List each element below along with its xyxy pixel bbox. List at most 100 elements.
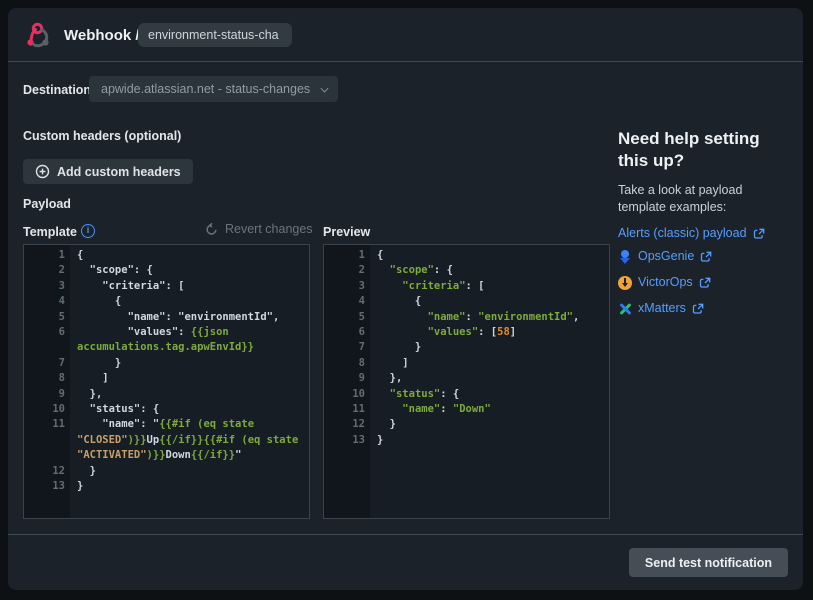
code-line: 4 { <box>324 294 609 309</box>
preview-label: Preview <box>323 225 370 239</box>
line-number: 5 <box>24 310 70 325</box>
footer-divider <box>8 534 803 535</box>
line-number: 2 <box>324 263 370 278</box>
line-number: 6 <box>324 325 370 340</box>
code-line: 5 "name": "environmentId", <box>24 310 309 325</box>
code-line: 7 } <box>24 356 309 371</box>
line-number: 2 <box>24 263 70 278</box>
code-line: 6 "values": {{json <box>24 325 309 340</box>
code-line: 8 ] <box>324 356 609 371</box>
opsgenie-icon <box>618 250 632 264</box>
code-line: accumulations.tag.apwEnvId}} <box>24 340 309 355</box>
line-number: 3 <box>324 279 370 294</box>
line-number: 8 <box>24 371 70 386</box>
webhook-name-badge[interactable]: environment-status-cha <box>138 23 292 47</box>
template-editor[interactable]: 1{2 "scope": {3 "criteria": [4 {5 "name"… <box>23 244 310 519</box>
line-number: 7 <box>24 356 70 371</box>
line-number: 9 <box>24 387 70 402</box>
send-test-notification-button[interactable]: Send test notification <box>629 548 788 577</box>
destination-value: apwide.atlassian.net - status-changes <box>101 82 310 96</box>
payload-label: Payload <box>23 197 71 211</box>
victorops-icon <box>618 276 632 290</box>
help-link-label: Alerts (classic) payload <box>618 225 747 242</box>
line-number: 10 <box>24 402 70 417</box>
destination-select[interactable]: apwide.atlassian.net - status-changes <box>89 76 338 102</box>
code-line: 13} <box>24 479 309 494</box>
code-line: 12 } <box>324 417 609 432</box>
code-line: 3 "criteria": [ <box>24 279 309 294</box>
line-number: 11 <box>24 417 70 432</box>
code-line: 5 "name": "environmentId", <box>324 310 609 325</box>
destination-label: Destination <box>23 83 91 97</box>
line-number: 10 <box>324 387 370 402</box>
help-link-xmatters[interactable]: xMatters <box>618 300 793 317</box>
help-intro: Take a look at payload template examples… <box>618 182 793 216</box>
help-link-victorops[interactable]: VictorOps <box>618 274 793 291</box>
line-number: 1 <box>324 248 370 263</box>
webhook-modal: Webhook / environment-status-cha Destina… <box>8 8 803 590</box>
xmatters-icon <box>618 302 632 316</box>
line-number: 13 <box>24 479 70 494</box>
custom-headers-label: Custom headers (optional) <box>23 129 181 143</box>
code-line: 3 "criteria": [ <box>324 279 609 294</box>
help-heading: Need help setting this up? <box>618 128 783 172</box>
code-line: 11 "name": "Down" <box>324 402 609 417</box>
info-icon[interactable]: i <box>81 224 95 238</box>
help-link-label: VictorOps <box>638 274 693 291</box>
revert-changes-label: Revert changes <box>225 222 313 236</box>
plus-circle-icon <box>35 164 50 179</box>
line-number: 11 <box>324 402 370 417</box>
help-link-alerts-classic-payload[interactable]: Alerts (classic) payload <box>618 225 793 242</box>
external-link-icon <box>699 277 711 289</box>
line-number <box>24 433 70 448</box>
webhook-logo-icon <box>22 19 54 51</box>
help-link-label: xMatters <box>638 300 686 317</box>
code-line: 1{ <box>24 248 309 263</box>
code-line: 10 "status": { <box>324 387 609 402</box>
line-number: 3 <box>24 279 70 294</box>
template-label: Template <box>23 225 77 239</box>
external-link-icon <box>753 228 765 240</box>
code-line: 8 ] <box>24 371 309 386</box>
help-link-opsgenie[interactable]: OpsGenie <box>618 248 793 265</box>
code-line: 2 "scope": { <box>24 263 309 278</box>
line-number: 7 <box>324 340 370 355</box>
line-number: 4 <box>324 294 370 309</box>
page-title: Webhook / <box>64 27 140 44</box>
help-link-label: OpsGenie <box>638 248 694 265</box>
preview-editor[interactable]: 1{2 "scope": {3 "criteria": [4 {5 "name"… <box>323 244 610 519</box>
help-panel: Need help setting this up? Take a look a… <box>618 128 793 326</box>
line-number: 1 <box>24 248 70 263</box>
code-line: "CLOSED")}}Up{{/if}}{{#if (eq state <box>24 433 309 448</box>
modal-header: Webhook / environment-status-cha <box>8 8 803 62</box>
add-custom-headers-button[interactable]: Add custom headers <box>23 159 193 184</box>
help-links: Alerts (classic) payload OpsGenie VictorOp… <box>618 225 793 326</box>
code-line: 12 } <box>24 464 309 479</box>
code-line: 9 }, <box>324 371 609 386</box>
code-line: 7 } <box>324 340 609 355</box>
line-number <box>24 340 70 355</box>
code-line: 6 "values": [58] <box>324 325 609 340</box>
revert-changes-button[interactable]: Revert changes <box>205 222 313 236</box>
line-number: 4 <box>24 294 70 309</box>
line-number: 8 <box>324 356 370 371</box>
line-number <box>24 448 70 463</box>
add-custom-headers-label: Add custom headers <box>57 165 181 179</box>
line-number: 13 <box>324 433 370 448</box>
code-line: 10 "status": { <box>24 402 309 417</box>
code-line: "ACTIVATED")}}Down{{/if}}" <box>24 448 309 463</box>
code-line: 11 "name": "{{#if (eq state <box>24 417 309 432</box>
chevron-down-icon <box>321 85 329 93</box>
external-link-icon <box>692 303 704 315</box>
code-line: 9 }, <box>24 387 309 402</box>
code-line: 4 { <box>24 294 309 309</box>
line-number: 5 <box>324 310 370 325</box>
code-line: 2 "scope": { <box>324 263 609 278</box>
external-link-icon <box>700 251 712 263</box>
line-number: 9 <box>324 371 370 386</box>
line-number: 12 <box>324 417 370 432</box>
line-number: 6 <box>24 325 70 340</box>
code-line: 1{ <box>324 248 609 263</box>
code-line: 13} <box>324 433 609 448</box>
line-number: 12 <box>24 464 70 479</box>
